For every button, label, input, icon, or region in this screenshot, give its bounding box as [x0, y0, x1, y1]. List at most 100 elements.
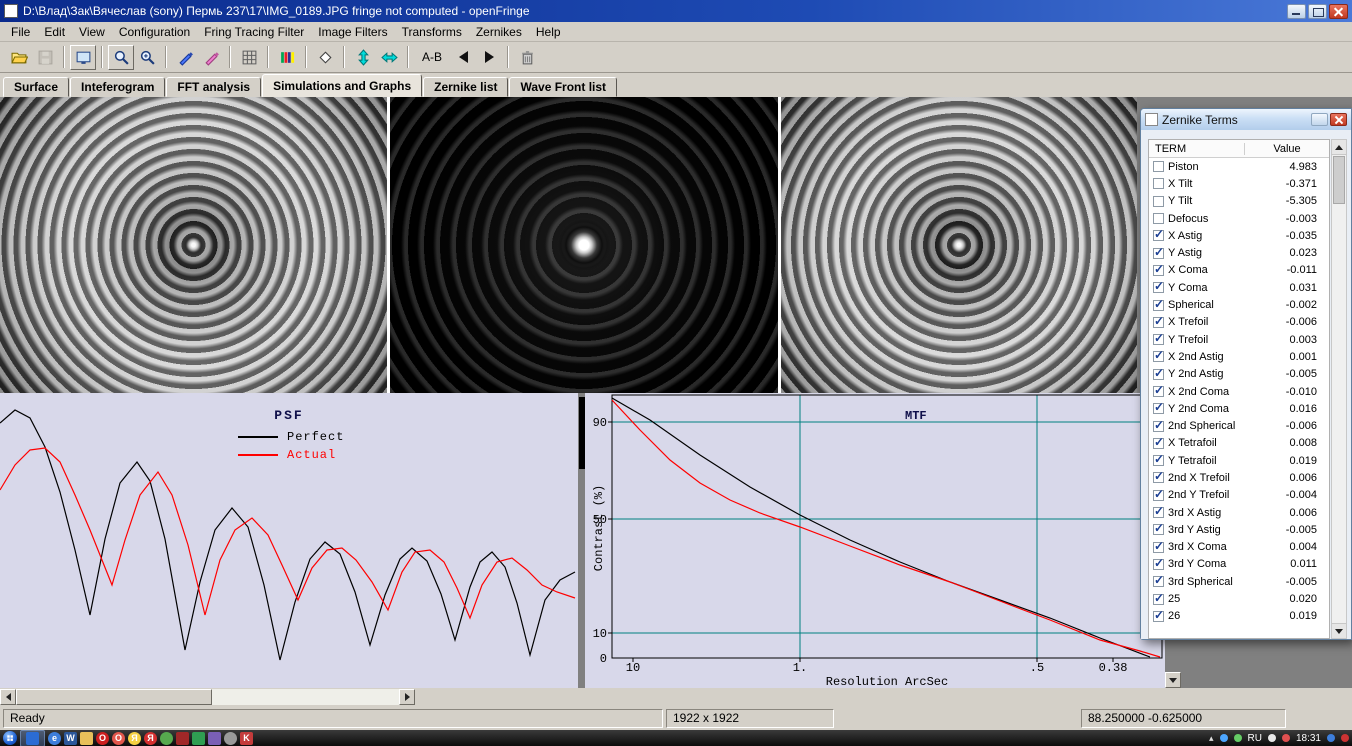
- zernike-term-checkbox[interactable]: [1153, 524, 1164, 535]
- minimize-button[interactable]: [1287, 4, 1306, 19]
- save-button[interactable]: [32, 45, 58, 70]
- zernike-term-checkbox[interactable]: [1153, 265, 1164, 276]
- erase-tool-button[interactable]: [198, 45, 224, 70]
- zernike-term-checkbox[interactable]: [1153, 248, 1164, 259]
- zernike-term-checkbox[interactable]: [1153, 351, 1164, 362]
- zernike-window-titlebar[interactable]: Zernike Terms: [1141, 109, 1351, 130]
- zernike-term-checkbox[interactable]: [1153, 611, 1164, 622]
- zernike-term-checkbox[interactable]: [1153, 369, 1164, 380]
- tray-icon[interactable]: [1220, 734, 1228, 742]
- start-button[interactable]: [3, 731, 17, 745]
- menu-item[interactable]: Transforms: [395, 23, 469, 41]
- zernike-term-checkbox[interactable]: [1153, 542, 1164, 553]
- zernike-term-checkbox[interactable]: [1153, 576, 1164, 587]
- zernike-scroll-down-button[interactable]: [1332, 623, 1346, 638]
- zernike-term-checkbox[interactable]: [1153, 282, 1164, 293]
- tray-icon[interactable]: [1282, 734, 1290, 742]
- taskbar-app-icon[interactable]: O: [96, 732, 109, 745]
- menu-item[interactable]: View: [72, 23, 112, 41]
- zernike-term-checkbox[interactable]: [1153, 230, 1164, 241]
- zoom-in-button[interactable]: [134, 45, 160, 70]
- tab[interactable]: FFT analysis: [166, 77, 261, 97]
- zernike-term-checkbox[interactable]: [1153, 421, 1164, 432]
- tab[interactable]: Simulations and Graphs: [262, 74, 422, 97]
- tab[interactable]: Wave Front list: [509, 77, 617, 97]
- taskbar-app-icon[interactable]: [176, 732, 189, 745]
- zernike-close-button[interactable]: [1330, 113, 1347, 126]
- zernike-scroll-up-button[interactable]: [1332, 140, 1346, 155]
- scrollbar-thumb[interactable]: [16, 689, 212, 705]
- scroll-down-button[interactable]: [1165, 672, 1181, 688]
- scroll-right-button[interactable]: [399, 689, 415, 705]
- active-task-button[interactable]: [20, 730, 45, 746]
- taskbar-app-icon[interactable]: [208, 732, 221, 745]
- previous-button[interactable]: [450, 45, 476, 70]
- taskbar-app-icon[interactable]: [224, 732, 237, 745]
- zernike-term-checkbox[interactable]: [1153, 438, 1164, 449]
- rotate-button[interactable]: [312, 45, 338, 70]
- menu-item[interactable]: Edit: [37, 23, 72, 41]
- language-indicator[interactable]: RU: [1248, 733, 1262, 744]
- zernike-term-checkbox[interactable]: [1153, 455, 1164, 466]
- zernike-term-checkbox[interactable]: [1153, 213, 1164, 224]
- window-view-button[interactable]: [70, 45, 96, 70]
- taskbar-app-icon[interactable]: Я: [144, 732, 157, 745]
- maximize-button[interactable]: [1308, 4, 1327, 19]
- taskbar-app-icon[interactable]: K: [240, 732, 253, 745]
- zernike-term-checkbox[interactable]: [1153, 317, 1164, 328]
- draw-tool-button[interactable]: [172, 45, 198, 70]
- horizontal-scrollbar[interactable]: [0, 689, 415, 705]
- tray-icon[interactable]: [1268, 734, 1276, 742]
- tray-icon[interactable]: [1341, 734, 1349, 742]
- taskbar-app-icon[interactable]: [192, 732, 205, 745]
- zernike-term-checkbox[interactable]: [1153, 490, 1164, 501]
- zernike-scrollbar-thumb[interactable]: [1333, 156, 1345, 204]
- menu-item[interactable]: Fring Tracing Filter: [197, 23, 311, 41]
- zernike-term-checkbox[interactable]: [1153, 300, 1164, 311]
- zernike-term-checkbox[interactable]: [1153, 472, 1164, 483]
- delete-button[interactable]: [514, 45, 540, 70]
- zernike-scrollbar[interactable]: [1331, 139, 1347, 639]
- clock[interactable]: 18:31: [1296, 733, 1321, 744]
- menu-item[interactable]: Image Filters: [311, 23, 394, 41]
- taskbar-app-icon[interactable]: O: [112, 732, 125, 745]
- zernike-term-checkbox[interactable]: [1153, 386, 1164, 397]
- tray-icon[interactable]: [1327, 734, 1335, 742]
- menu-item[interactable]: Zernikes: [469, 23, 529, 41]
- tab[interactable]: Zernike list: [423, 77, 508, 97]
- taskbar-app-icon[interactable]: e: [48, 732, 61, 745]
- tab[interactable]: Surface: [3, 77, 69, 97]
- close-button[interactable]: [1329, 4, 1348, 19]
- menu-item[interactable]: File: [4, 23, 37, 41]
- taskbar-app-icon[interactable]: [160, 732, 173, 745]
- taskbar-app-icon[interactable]: W: [64, 732, 77, 745]
- flip-horizontal-button[interactable]: [376, 45, 402, 70]
- next-button[interactable]: [476, 45, 502, 70]
- zernike-term-checkbox[interactable]: [1153, 334, 1164, 345]
- open-file-button[interactable]: [6, 45, 32, 70]
- zernike-term-checkbox[interactable]: [1153, 196, 1164, 207]
- column-header-value[interactable]: Value: [1245, 143, 1329, 155]
- menu-item[interactable]: Configuration: [112, 23, 197, 41]
- zernike-term-checkbox[interactable]: [1153, 161, 1164, 172]
- zernike-term-checkbox[interactable]: [1153, 507, 1164, 518]
- zoom-out-button[interactable]: [108, 45, 134, 70]
- ab-compare-button[interactable]: A-B: [414, 45, 450, 70]
- flip-vertical-button[interactable]: [350, 45, 376, 70]
- zernike-term-checkbox[interactable]: [1153, 594, 1164, 605]
- scroll-left-button[interactable]: [0, 689, 16, 705]
- tab[interactable]: Inteferogram: [70, 77, 165, 97]
- zernike-term-checkbox[interactable]: [1153, 178, 1164, 189]
- zernike-row: Y Astig 0.023: [1149, 244, 1329, 261]
- tray-expand-icon[interactable]: [1209, 733, 1214, 744]
- color-palette-button[interactable]: [274, 45, 300, 70]
- taskbar-app-icon[interactable]: Я: [128, 732, 141, 745]
- grid-overlay-button[interactable]: [236, 45, 262, 70]
- tray-icon[interactable]: [1234, 734, 1242, 742]
- zernike-minimize-button[interactable]: [1311, 113, 1328, 126]
- menu-item[interactable]: Help: [529, 23, 568, 41]
- zernike-term-checkbox[interactable]: [1153, 559, 1164, 570]
- column-header-term[interactable]: TERM: [1149, 143, 1245, 155]
- taskbar-app-icon[interactable]: [80, 732, 93, 745]
- zernike-term-checkbox[interactable]: [1153, 403, 1164, 414]
